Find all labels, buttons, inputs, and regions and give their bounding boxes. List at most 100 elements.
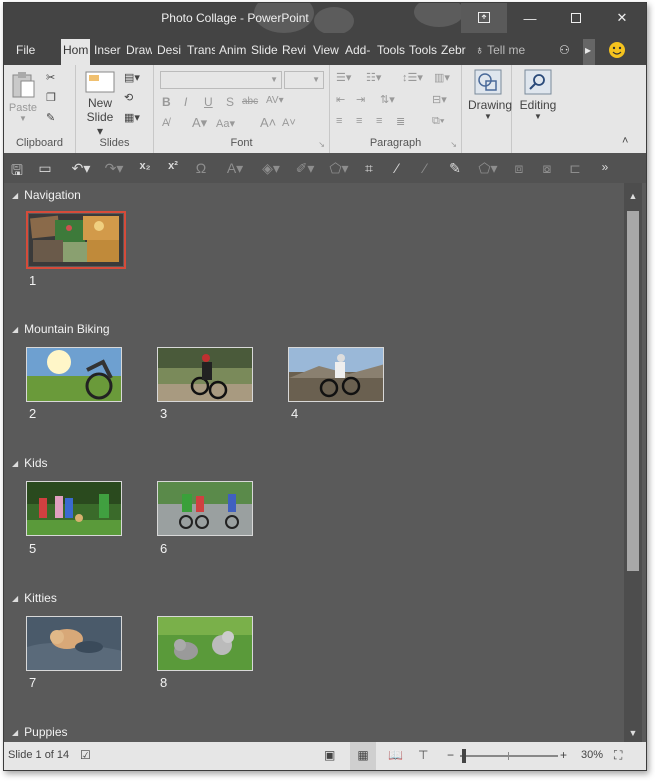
slide-thumbnail-1[interactable] bbox=[26, 211, 126, 269]
tab-review[interactable]: Revi bbox=[280, 39, 309, 65]
new-slide-button[interactable]: New Slide ▾ bbox=[82, 71, 118, 138]
layout-button[interactable]: ▤▾ bbox=[124, 71, 140, 84]
ungroup-button[interactable]: ⧇ bbox=[538, 160, 556, 177]
tab-animations[interactable]: Anim bbox=[217, 39, 247, 65]
scroll-up-button[interactable]: ▲ bbox=[624, 187, 642, 205]
share-button[interactable]: ⚇ bbox=[557, 39, 577, 65]
font-color-button[interactable]: A▾ bbox=[192, 115, 207, 131]
zoom-out-button[interactable]: − bbox=[447, 748, 454, 762]
slide-thumbnail-4[interactable] bbox=[288, 347, 384, 402]
spell-check-button[interactable]: ☑ bbox=[80, 748, 91, 762]
font-size-box[interactable]: ▼ bbox=[284, 71, 324, 89]
justify-button[interactable]: ≣ bbox=[396, 115, 405, 128]
zoom-in-button[interactable]: + bbox=[560, 748, 567, 762]
tab-addins[interactable]: Add- bbox=[343, 39, 373, 65]
fit-slide-button[interactable]: ⛶ bbox=[614, 748, 622, 763]
slide-thumbnail-2[interactable] bbox=[26, 347, 122, 402]
group-button[interactable]: ⧈ bbox=[510, 160, 528, 177]
eyedropper-button[interactable]: ⁄ bbox=[388, 160, 406, 176]
align-objects-button[interactable]: ⊏ bbox=[566, 160, 584, 177]
cut-button[interactable]: ✂ bbox=[46, 71, 55, 84]
underline-button[interactable]: U bbox=[204, 95, 213, 109]
redo-button[interactable]: ↷▾ bbox=[100, 160, 128, 177]
text-shadow-button[interactable]: S bbox=[226, 95, 234, 109]
line-spacing-button[interactable]: ↕☰▾ bbox=[402, 71, 423, 84]
format-painter-button[interactable]: ✎ bbox=[46, 111, 55, 124]
dialog-launcher-icon[interactable]: ↘ bbox=[318, 140, 325, 149]
zoom-slider-handle[interactable] bbox=[462, 749, 466, 763]
slide-thumbnail-6[interactable] bbox=[157, 481, 253, 536]
section-header-puppies[interactable]: ◢ Puppies bbox=[12, 725, 68, 739]
scrollbar-thumb[interactable] bbox=[627, 211, 639, 571]
tab-tools-1[interactable]: Tools bbox=[375, 39, 405, 65]
minimize-button[interactable]: — bbox=[507, 3, 553, 33]
reset-button[interactable]: ⟲ bbox=[124, 91, 133, 104]
zoom-level[interactable]: 30% bbox=[581, 749, 603, 761]
tab-insert[interactable]: Inser bbox=[92, 39, 122, 65]
align-text-button[interactable]: ⊟▾ bbox=[432, 93, 447, 106]
section-button[interactable]: ▦▾ bbox=[124, 111, 140, 124]
tab-design[interactable]: Desi bbox=[155, 39, 183, 65]
drawing-button[interactable]: Drawing ▼ bbox=[468, 69, 512, 121]
more-commands-button[interactable]: » bbox=[596, 160, 614, 174]
section-header-navigation[interactable]: ◢ Navigation bbox=[12, 188, 81, 202]
tab-zebra[interactable]: Zebr bbox=[439, 39, 468, 65]
italic-button[interactable]: I bbox=[184, 95, 187, 109]
increase-indent-button[interactable]: ⇥ bbox=[356, 93, 365, 106]
slideshow-view-button[interactable]: ⊤ bbox=[418, 748, 428, 762]
slide-thumbnail-7[interactable] bbox=[26, 616, 122, 671]
symbol-button[interactable]: Ω bbox=[192, 160, 210, 176]
text-eyedropper-button[interactable]: ⁄ bbox=[416, 160, 434, 176]
shapes-button[interactable]: ⬠▾ bbox=[324, 160, 354, 177]
decrease-indent-button[interactable]: ⇤ bbox=[336, 93, 345, 106]
paste-button[interactable]: Paste ▼ bbox=[8, 71, 38, 127]
clear-formatting-button[interactable]: A̸ bbox=[162, 117, 169, 129]
arrange-button[interactable]: ⬠▾ bbox=[474, 160, 502, 177]
tab-draw[interactable]: Draw bbox=[124, 39, 152, 65]
maximize-button[interactable] bbox=[553, 3, 599, 33]
font-name-box[interactable]: ▼ bbox=[160, 71, 282, 89]
superscript-button[interactable]: x² bbox=[164, 160, 182, 172]
tab-slideshow[interactable]: Slide bbox=[249, 39, 278, 65]
ribbon-display-options-button[interactable] bbox=[461, 3, 507, 33]
section-header-kids[interactable]: ◢ Kids bbox=[12, 456, 48, 470]
numbering-button[interactable]: ☷▾ bbox=[366, 71, 381, 84]
ribbon-scroll-right[interactable]: ▸ bbox=[583, 39, 595, 65]
align-right-button[interactable]: ≡ bbox=[376, 115, 382, 127]
align-left-button[interactable]: ≡ bbox=[336, 115, 342, 127]
slide-thumbnail-5[interactable] bbox=[26, 481, 122, 536]
scroll-down-button[interactable]: ▼ bbox=[624, 724, 642, 742]
qat-font-color-button[interactable]: A▾ bbox=[222, 160, 248, 177]
dialog-launcher-icon[interactable]: ↘ bbox=[450, 140, 457, 149]
section-header-kitties[interactable]: ◢ Kitties bbox=[12, 591, 57, 605]
center-button[interactable]: ≡ bbox=[356, 115, 362, 127]
shrink-font-button[interactable]: A˅ bbox=[282, 117, 296, 129]
zoom-slider[interactable] bbox=[460, 749, 558, 763]
grow-font-button[interactable]: A˄ bbox=[260, 115, 276, 130]
tab-tools-2[interactable]: Tools bbox=[407, 39, 437, 65]
tab-file[interactable]: File bbox=[14, 39, 44, 65]
subscript-button[interactable]: x₂ bbox=[136, 160, 154, 172]
reading-view-button[interactable]: 📖 bbox=[388, 748, 403, 762]
copy-button[interactable]: ❐ bbox=[46, 91, 56, 104]
tab-view[interactable]: View bbox=[311, 39, 341, 65]
smartart-button[interactable]: ⧉▾ bbox=[432, 115, 444, 128]
section-header-mountain-biking[interactable]: ◢ Mountain Biking bbox=[12, 322, 110, 336]
slide-sorter-view-button[interactable]: ▦ bbox=[350, 742, 376, 770]
bold-button[interactable]: B bbox=[162, 95, 171, 109]
slide-thumbnail-3[interactable] bbox=[157, 347, 253, 402]
shape-fill-button[interactable]: ◈▾ bbox=[258, 160, 284, 177]
columns-button[interactable]: ▥▾ bbox=[434, 71, 450, 84]
normal-view-button[interactable]: ▣ bbox=[324, 748, 335, 762]
text-direction-button[interactable]: ⇅▾ bbox=[380, 93, 395, 106]
presenter-button[interactable]: ▭ bbox=[36, 160, 54, 177]
slide-thumbnail-8[interactable] bbox=[157, 616, 253, 671]
tell-me-box[interactable]: ♁ Tell me bbox=[473, 39, 543, 65]
character-spacing-button[interactable]: AV▾ bbox=[266, 95, 284, 106]
save-button[interactable]: 🖫 bbox=[8, 160, 26, 184]
crop-button[interactable]: ⌗ bbox=[360, 160, 378, 177]
tab-home[interactable]: Hom bbox=[61, 39, 90, 65]
vertical-scrollbar[interactable]: ▲ ▼ bbox=[624, 183, 642, 744]
shape-outline-button[interactable]: ✐▾ bbox=[292, 160, 318, 177]
smiley-feedback-button[interactable] bbox=[606, 37, 628, 63]
